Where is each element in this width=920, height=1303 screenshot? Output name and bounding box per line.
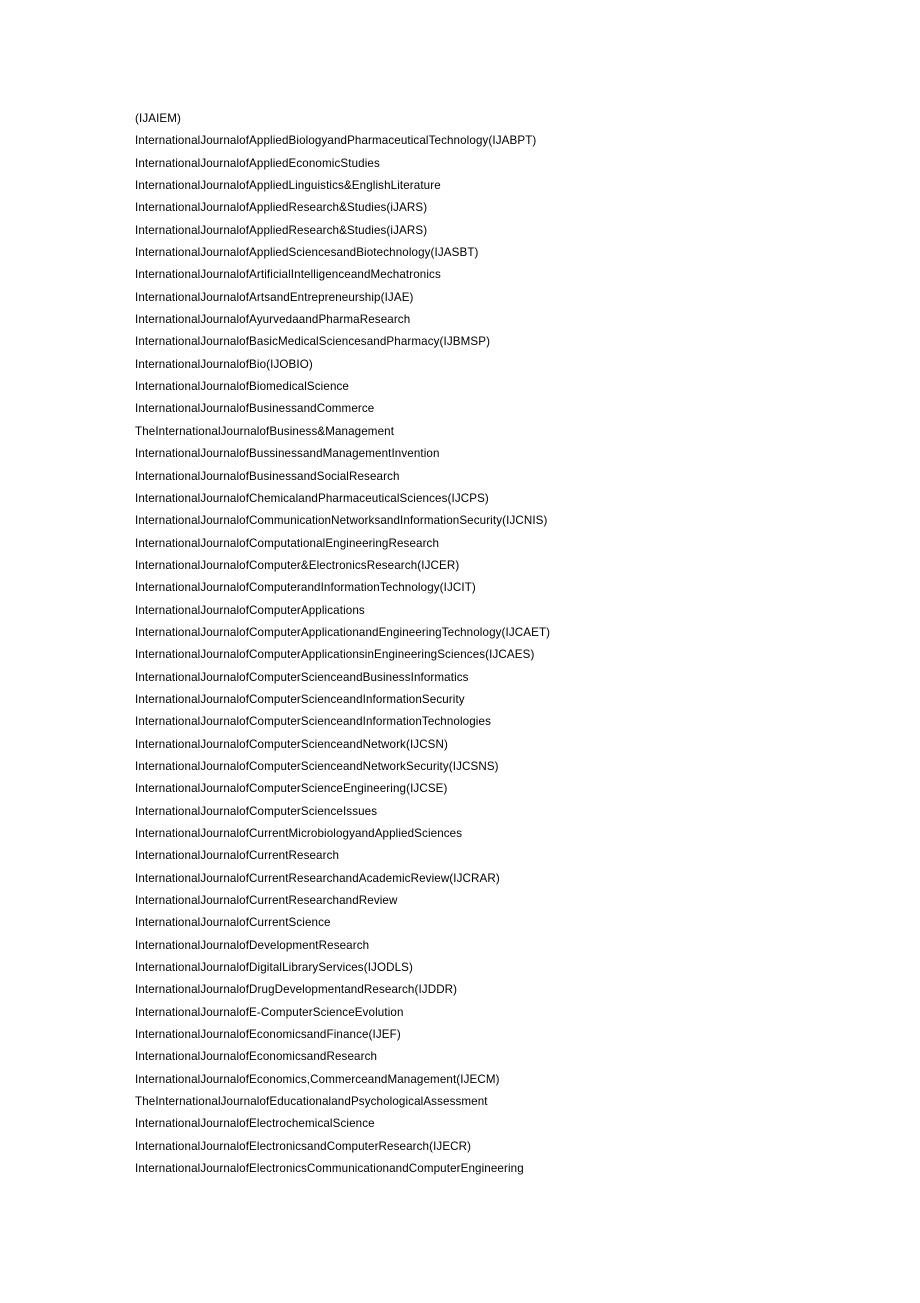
text-line: InternationalJournalofCurrentResearchand… bbox=[135, 894, 398, 908]
text-line: InternationalJournalofCurrentMicrobiolog… bbox=[135, 827, 463, 840]
text-line: InternationalJournalofBusinessandSocialR… bbox=[135, 469, 400, 483]
text-line: InternationalJournalofEconomicsandFinanc… bbox=[135, 1028, 401, 1042]
text-line: InternationalJournalofDevelopmentResearc… bbox=[135, 938, 370, 952]
text-line: InternationalJournalofBussinessandManage… bbox=[135, 447, 440, 461]
text-line: InternationalJournalofE-ComputerScienceE… bbox=[135, 1005, 404, 1019]
text-line: InternationalJournalofComputerApplicatio… bbox=[135, 625, 551, 639]
journal-list: (IJAIEM) InternationalJournalofAppliedBio… bbox=[135, 108, 875, 1181]
text-line: InternationalJournalofElectrochemicalSci… bbox=[135, 1117, 375, 1131]
text-line: InternationalJournalofComputerandInforma… bbox=[135, 581, 476, 595]
text-line: InternationalJournalofElectronicsandComp… bbox=[135, 1139, 472, 1153]
text-line: InternationalJournalofAppliedResearch&St… bbox=[135, 201, 428, 215]
text-line: InternationalJournalofBiomedicalScience bbox=[135, 380, 349, 394]
text-line: InternationalJournalofBio(IJOBIO) bbox=[135, 357, 313, 371]
text-line: InternationalJournalofComputerScienceand… bbox=[135, 670, 469, 684]
text-line: InternationalJournalofEconomics,Commerce… bbox=[135, 1072, 500, 1086]
text-line: InternationalJournalofCurrentScience bbox=[135, 916, 331, 930]
text-line: InternationalJournalofComputationalEngin… bbox=[135, 536, 440, 550]
text-line: InternationalJournalofDrugDevelopmentand… bbox=[135, 983, 458, 997]
text-line: TheInternationalJournalofBusiness&Manage… bbox=[135, 424, 395, 438]
text-line: InternationalJournalofCurrentResearchand… bbox=[135, 871, 500, 885]
text-line: InternationalJournalofComputerScienceand… bbox=[135, 737, 449, 751]
document-page: (IJAIEM) InternationalJournalofAppliedBio… bbox=[0, 0, 920, 1303]
text-line: InternationalJournalofEconomicsandResear… bbox=[135, 1050, 378, 1064]
text-line: (IJAIEM) bbox=[135, 112, 182, 125]
text-line: InternationalJournalofDigitalLibraryServ… bbox=[135, 961, 413, 975]
text-line: InternationalJournalofChemicalandPharmac… bbox=[135, 491, 489, 505]
text-line: TheInternationalJournalofEducationalandP… bbox=[135, 1095, 488, 1109]
text-line: InternationalJournalofArtificialIntellig… bbox=[135, 268, 441, 282]
text-line: InternationalJournalofComputerApplicatio… bbox=[135, 648, 535, 662]
text-line: InternationalJournalofCurrentResearch bbox=[135, 849, 340, 863]
text-line: InternationalJournalofComputerScienceand… bbox=[135, 692, 465, 706]
text-line: InternationalJournalofComputerScienceand… bbox=[135, 715, 491, 729]
text-line: InternationalJournalofElectronicsCommuni… bbox=[135, 1162, 524, 1176]
text-line: InternationalJournalofComputer&Electroni… bbox=[135, 558, 460, 572]
text-line: InternationalJournalofAppliedSciencesand… bbox=[135, 246, 479, 260]
text-line: InternationalJournalofCommunicationNetwo… bbox=[135, 514, 548, 528]
text-line: InternationalJournalofAppliedEconomicStu… bbox=[135, 156, 380, 170]
text-line: InternationalJournalofArtsandEntrepreneu… bbox=[135, 290, 414, 304]
text-line: InternationalJournalofAppliedLinguistics… bbox=[135, 179, 441, 193]
text-line: InternationalJournalofBusinessandCommerc… bbox=[135, 402, 375, 416]
text-line: InternationalJournalofAppliedBiologyandP… bbox=[135, 134, 537, 148]
text-line: InternationalJournalofAppliedResearch&St… bbox=[135, 223, 428, 237]
text-line: InternationalJournalofComputerScienceIss… bbox=[135, 804, 378, 818]
text-line: InternationalJournalofComputerApplicatio… bbox=[135, 603, 365, 617]
text-line: InternationalJournalofComputerScienceand… bbox=[135, 759, 499, 773]
text-line: InternationalJournalofAyurvedaandPharmaR… bbox=[135, 313, 411, 327]
text-line: InternationalJournalofBasicMedicalScienc… bbox=[135, 335, 491, 349]
text-line: InternationalJournalofComputerScienceEng… bbox=[135, 782, 448, 796]
